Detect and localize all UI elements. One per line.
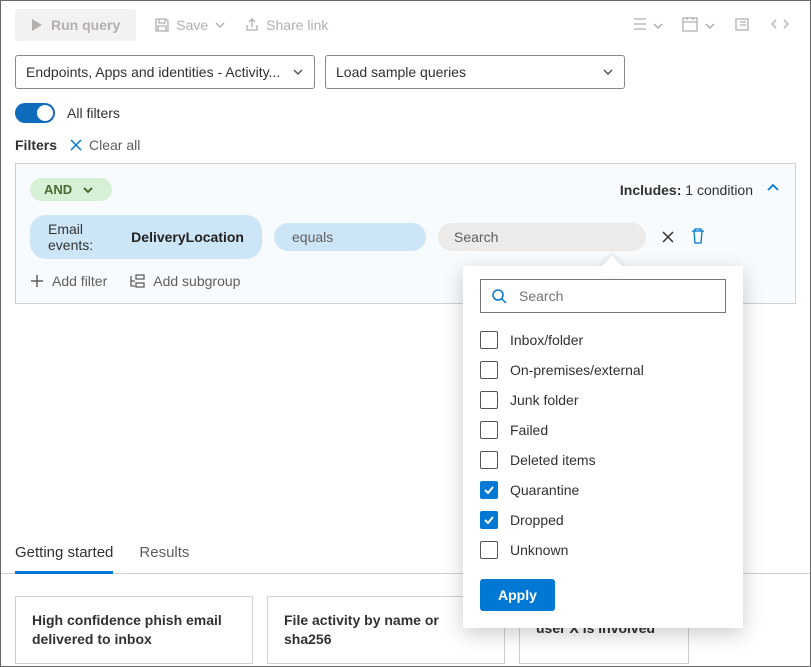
chevron-down-icon [214, 19, 226, 31]
settings-button[interactable] [734, 15, 752, 36]
checkbox[interactable] [480, 331, 498, 349]
subgroup-icon [129, 274, 145, 288]
filters-header: Filters Clear all [1, 137, 810, 163]
chevron-down-icon [602, 66, 614, 78]
logic-operator-dropdown[interactable]: AND [30, 178, 112, 201]
value-picker-popup: Inbox/folder On-premises/external Junk fol… [463, 266, 743, 628]
popup-search-box[interactable] [480, 279, 726, 313]
gear-icon [734, 15, 752, 33]
close-icon [660, 229, 676, 245]
all-filters-toggle[interactable] [15, 103, 55, 123]
option-row[interactable]: Quarantine [480, 475, 726, 505]
option-row[interactable]: Failed [480, 415, 726, 445]
checkbox[interactable] [480, 361, 498, 379]
checkbox[interactable] [480, 541, 498, 559]
toolbar: Run query Save Share link [1, 1, 810, 49]
checkbox[interactable] [480, 451, 498, 469]
all-filters-label: All filters [67, 105, 120, 121]
option-row[interactable]: Junk folder [480, 385, 726, 415]
option-label: Junk folder [510, 392, 578, 408]
calendar-icon [682, 16, 700, 32]
share-icon [244, 17, 260, 33]
filters-title: Filters [15, 137, 57, 153]
schema-row: Endpoints, Apps and identities - Activit… [1, 49, 810, 103]
option-row[interactable]: Unknown [480, 535, 726, 565]
run-query-label: Run query [51, 17, 120, 33]
add-filter-button[interactable]: Add filter [30, 273, 107, 289]
trash-icon [690, 227, 706, 245]
code-button[interactable] [770, 16, 790, 35]
option-label: Dropped [510, 512, 564, 528]
option-label: Quarantine [510, 482, 579, 498]
clear-all-button[interactable]: Clear all [69, 137, 140, 153]
list-view-button[interactable] [630, 16, 664, 35]
tab-results[interactable]: Results [139, 534, 189, 573]
option-row[interactable]: On-premises/external [480, 355, 726, 385]
logic-operator-label: AND [44, 182, 72, 197]
chevron-down-icon [82, 184, 94, 196]
add-subgroup-button[interactable]: Add subgroup [129, 273, 240, 289]
save-label: Save [176, 17, 208, 33]
close-icon [69, 138, 83, 152]
code-icon [770, 16, 790, 32]
run-query-button[interactable]: Run query [15, 9, 136, 41]
toolbar-right-icons [630, 15, 796, 36]
delete-condition-button[interactable] [690, 227, 706, 248]
option-row[interactable]: Deleted items [480, 445, 726, 475]
filter-value-pill[interactable]: Search [438, 223, 646, 251]
filter-operator-pill[interactable]: equals [274, 223, 426, 251]
play-icon [31, 18, 43, 32]
filter-field-pill[interactable]: Email events: DeliveryLocation [30, 215, 262, 259]
option-label: Deleted items [510, 452, 596, 468]
query-card[interactable]: High confidence phish email delivered to… [15, 596, 253, 664]
apply-button[interactable]: Apply [480, 579, 555, 611]
sample-queries-label: Load sample queries [336, 64, 466, 80]
collapse-button[interactable] [765, 180, 781, 199]
checkbox[interactable] [480, 481, 498, 499]
checkbox[interactable] [480, 421, 498, 439]
schema-dropdown-label: Endpoints, Apps and identities - Activit… [26, 64, 280, 80]
chevron-down-icon [652, 20, 664, 32]
option-label: Failed [510, 422, 548, 438]
clear-all-label: Clear all [89, 137, 140, 153]
option-row[interactable]: Inbox/folder [480, 325, 726, 355]
save-icon [154, 17, 170, 33]
popup-search-input[interactable] [517, 287, 715, 305]
calendar-button[interactable] [682, 16, 716, 35]
option-label: Inbox/folder [510, 332, 583, 348]
tab-getting-started[interactable]: Getting started [15, 534, 113, 573]
chevron-up-icon [765, 180, 781, 196]
list-icon [630, 16, 648, 32]
filter-condition-row: Email events: DeliveryLocation equals Se… [30, 215, 781, 259]
search-icon [491, 288, 507, 304]
option-label: On-premises/external [510, 362, 644, 378]
share-link-button[interactable]: Share link [244, 17, 328, 33]
chevron-down-icon [292, 66, 304, 78]
share-link-label: Share link [266, 17, 328, 33]
checkbox[interactable] [480, 511, 498, 529]
clear-value-button[interactable] [658, 227, 678, 247]
option-label: Unknown [510, 542, 568, 558]
save-button[interactable]: Save [154, 17, 226, 33]
sample-queries-dropdown[interactable]: Load sample queries [325, 55, 625, 89]
schema-dropdown[interactable]: Endpoints, Apps and identities - Activit… [15, 55, 315, 89]
checkbox[interactable] [480, 391, 498, 409]
option-row[interactable]: Dropped [480, 505, 726, 535]
includes-summary: Includes: 1 condition [620, 182, 753, 198]
chevron-down-icon [704, 20, 716, 32]
plus-icon [30, 274, 44, 288]
all-filters-row: All filters [1, 103, 810, 137]
